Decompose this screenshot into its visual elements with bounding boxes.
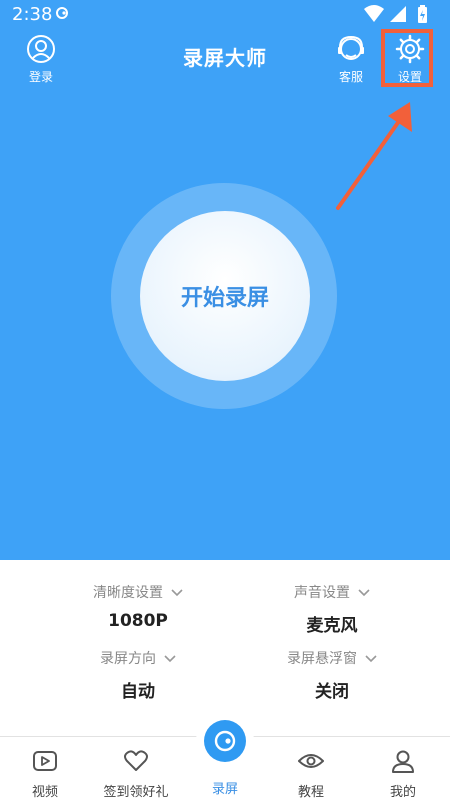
floating-window-setting-title: 录屏悬浮窗 [287,651,357,667]
user-icon [392,750,414,773]
record-icon [214,730,236,752]
video-play-icon [33,751,57,771]
nav-item-label: 录屏 [211,782,238,797]
record-tab-button[interactable] [204,720,246,762]
nav-item-label: 教程 [297,785,324,800]
headset-icon [338,35,364,60]
customer-service-button[interactable]: 客服 [326,34,376,88]
audio-setting[interactable]: 声音设置 麦克风 [232,582,432,636]
nav-item-tutorial[interactable]: 教程 [266,748,356,800]
battery-icon [418,5,427,23]
nav-item-label: 签到领好礼 [103,785,169,800]
nav-item-label: 视频 [31,785,58,800]
start-record-label: 开始录屏 [180,286,269,311]
sync-icon [56,7,68,19]
status-time: 2:38 [12,4,53,25]
nav-item-label: 我的 [389,785,416,800]
nav-item-mine[interactable]: 我的 [358,748,448,800]
resolution-setting[interactable]: 清晰度设置 1080P [38,582,238,631]
floating-window-setting[interactable]: 录屏悬浮窗 关闭 [232,648,432,702]
nav-item-video[interactable]: 视频 [0,748,90,800]
start-record-button[interactable]: 开始录屏 [140,211,310,381]
chevron-down-icon [164,654,176,662]
chevron-down-icon [365,654,377,662]
status-icons [364,5,427,23]
nav-item-checkin[interactable]: 签到领好礼 [91,748,181,800]
orientation-setting-title: 录屏方向 [100,651,156,667]
orientation-setting[interactable]: 录屏方向 自动 [38,648,238,702]
orientation-setting-value: 自动 [121,682,155,702]
chevron-down-icon [171,588,183,596]
resolution-setting-title: 清晰度设置 [93,585,163,601]
heart-icon [124,750,148,771]
service-label: 客服 [338,70,363,84]
floating-window-setting-value: 关闭 [315,682,349,702]
settings-highlight-box [381,29,433,87]
chevron-down-icon [358,588,370,596]
wifi-icon [364,5,384,22]
resolution-setting-value: 1080P [108,611,168,631]
annotation-arrow [336,102,412,210]
audio-setting-value: 麦克风 [306,616,358,636]
eye-icon [298,754,324,768]
signal-icon [390,6,406,22]
audio-setting-title: 声音设置 [294,585,350,601]
